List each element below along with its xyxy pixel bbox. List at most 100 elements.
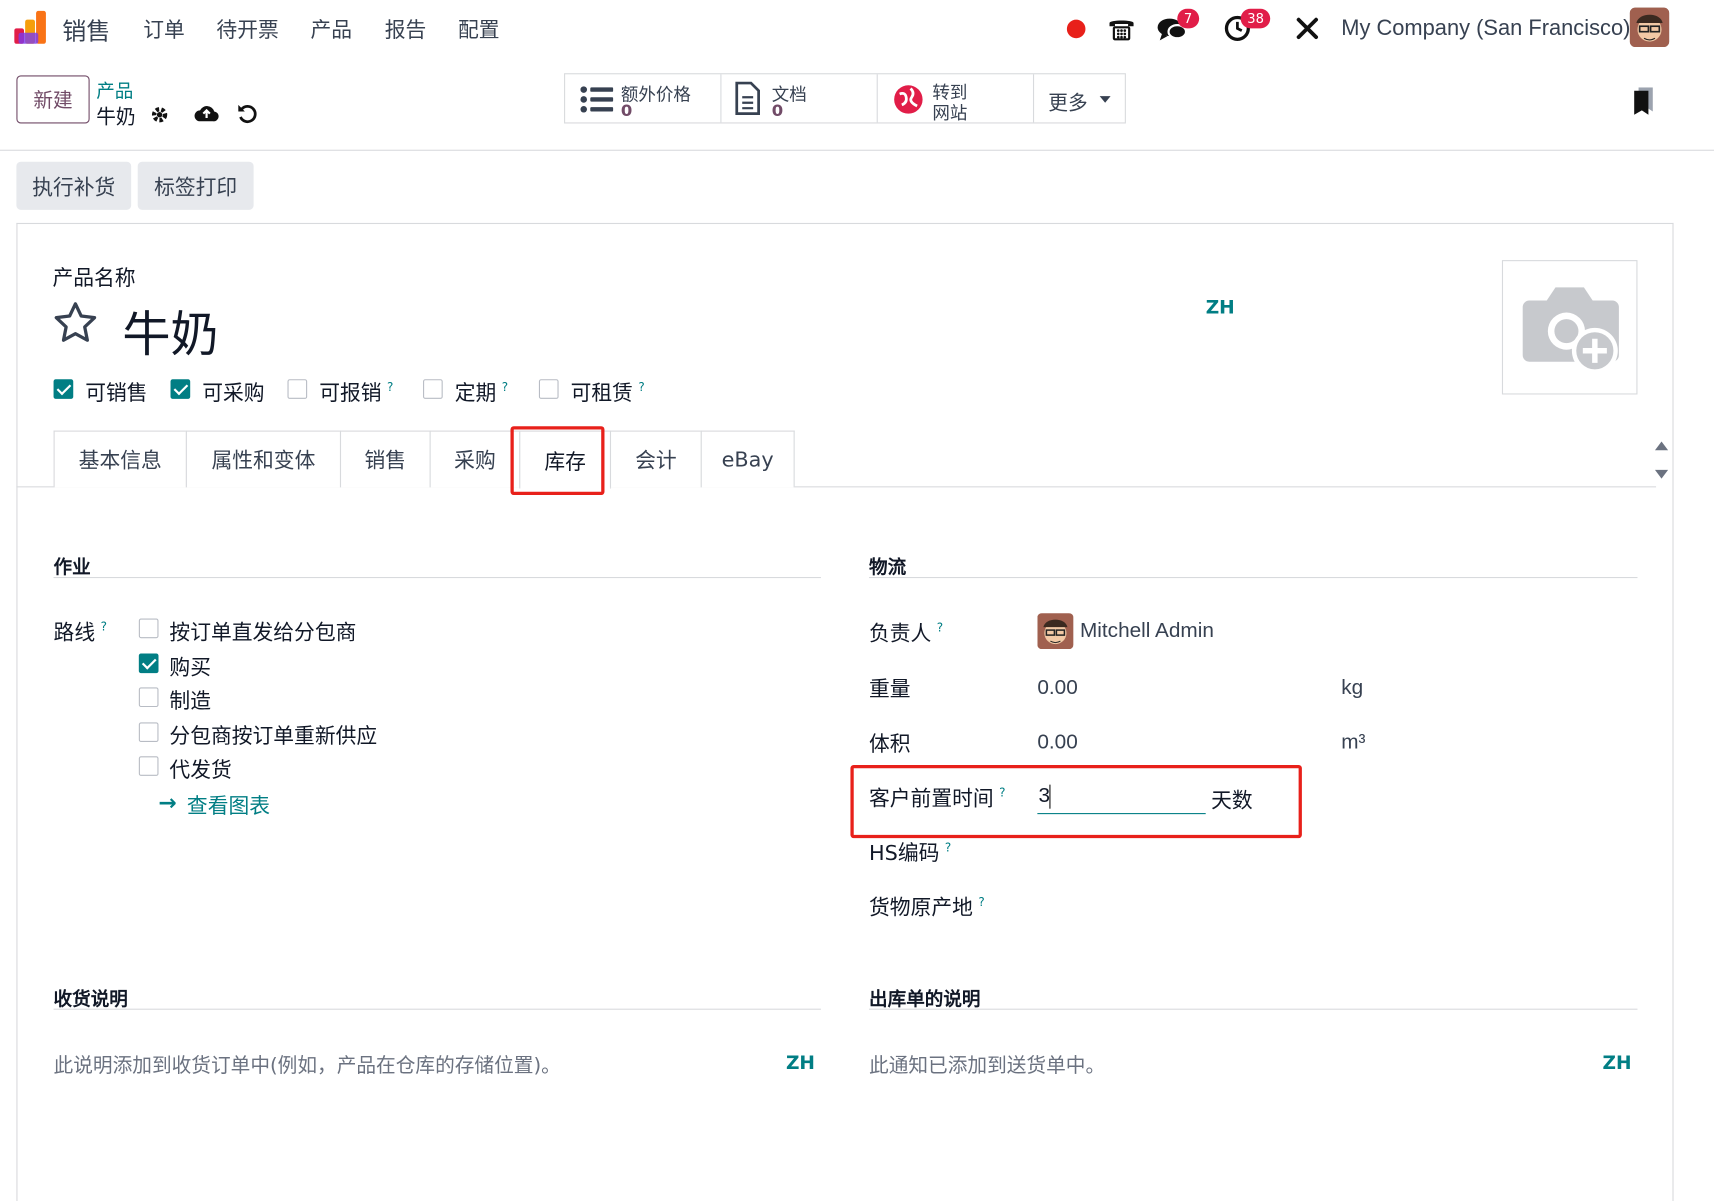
route-dropship-subcontractor-checkbox[interactable] (138, 618, 159, 639)
name-translate-lang[interactable]: ZH (1206, 297, 1235, 319)
view-diagram-link[interactable]: 查看图表 (187, 790, 270, 820)
discard-undo-icon[interactable] (236, 103, 258, 125)
tab-purchase[interactable]: 采购 (429, 430, 521, 488)
logistics-section-title: 物流 (869, 557, 907, 580)
phone-icon[interactable] (1106, 13, 1137, 44)
receipt-translate-lang[interactable]: ZH (786, 1052, 815, 1074)
route-manufacture-checkbox[interactable] (138, 687, 159, 708)
messages-badge: 7 (1177, 8, 1199, 29)
can-be-expensed-label: 可报销? (319, 380, 394, 406)
highlight-lead-time (850, 764, 1302, 839)
highlight-inventory-tab (510, 426, 605, 496)
save-cloud-icon[interactable] (193, 104, 219, 124)
delivery-note-field[interactable]: 此通知已添加到送货单中。 (869, 1050, 1105, 1078)
route-buy-label: 购买 (169, 655, 211, 680)
product-name-field[interactable]: 牛奶 (122, 295, 218, 365)
route-buy-checkbox[interactable] (138, 653, 159, 674)
delivery-divider (869, 1008, 1638, 1010)
replenish-button[interactable]: 执行补货 (16, 161, 132, 210)
activities-badge: 38 (1240, 8, 1271, 29)
breadcrumb-record-name: 牛奶 (96, 106, 136, 129)
responsible-field[interactable]: Mitchell Admin (1080, 620, 1214, 644)
scroll-up-icon[interactable] (1654, 441, 1669, 451)
can-be-sold-label: 可销售 (85, 381, 148, 406)
operations-divider (53, 577, 821, 579)
product-image[interactable] (1501, 260, 1638, 395)
hs-code-label: HS编码? (869, 840, 952, 866)
routes-label: 路线? (53, 619, 107, 645)
app-name[interactable]: 销售 (62, 12, 110, 47)
more-dropdown[interactable]: 更多 (1034, 74, 1127, 122)
logistics-divider (869, 577, 1638, 579)
go-to-website-label-2: 网站 (932, 102, 968, 124)
weight-unit: kg (1341, 676, 1364, 700)
documents-button[interactable]: 文档 0 (721, 74, 878, 123)
menu-orders[interactable]: 订单 (143, 14, 185, 44)
arrow-right-icon: → (158, 789, 177, 816)
menu-to-invoice[interactable]: 待开票 (216, 14, 278, 44)
scroll-down-icon[interactable] (1654, 469, 1669, 479)
responsible-avatar (1037, 613, 1074, 650)
responsible-label: 负责人? (869, 620, 944, 646)
breadcrumb-parent[interactable]: 产品 (96, 75, 133, 103)
recurring-checkbox[interactable] (423, 379, 443, 399)
menu-configuration[interactable]: 配置 (458, 14, 500, 44)
can-be-purchased-label: 可采购 (202, 381, 265, 406)
favorite-star-icon[interactable] (52, 301, 98, 345)
new-button[interactable]: 新建 (16, 75, 90, 124)
smart-buttons: 额外价格 0 文档 0 转到 网站 更多 (564, 73, 1127, 124)
delivery-translate-lang[interactable]: ZH (1602, 1052, 1631, 1074)
extra-prices-button[interactable]: 额外价格 0 (565, 74, 722, 123)
route-resupply-subcontractor-label: 分包商按订单重新供应 (169, 724, 378, 749)
app-logo-icon[interactable] (14, 9, 49, 46)
company-switcher[interactable]: My Company (San Francisco) (1341, 16, 1630, 41)
caret-down-icon (1099, 96, 1111, 103)
globe-icon (893, 84, 924, 115)
camera-plus-icon (1518, 283, 1623, 377)
user-avatar[interactable] (1629, 7, 1670, 47)
volume-label: 体积 (869, 732, 911, 757)
weight-field[interactable]: 0.00 (1037, 676, 1077, 700)
debug-tools-icon[interactable] (1294, 15, 1320, 41)
can-be-rented-checkbox[interactable] (538, 379, 559, 399)
route-dropship-checkbox[interactable] (138, 756, 159, 776)
can-be-rented-label: 可租赁? (570, 380, 645, 406)
tab-sales[interactable]: 销售 (339, 430, 431, 488)
can-be-expensed-checkbox[interactable] (287, 379, 308, 399)
extra-prices-count: 0 (620, 100, 633, 121)
list-icon (580, 85, 614, 113)
operations-section-title: 作业 (53, 557, 91, 580)
weight-label: 重量 (869, 677, 911, 702)
route-dropship-subcontractor-label: 按订单直发给分包商 (169, 620, 357, 645)
control-panel: 新建 产品 牛奶 额外价格 0 文档 0 转到 网站 更多 (0, 59, 1714, 151)
documents-count: 0 (771, 100, 784, 121)
can-be-sold-checkbox[interactable] (53, 379, 74, 399)
more-label: 更多 (1048, 91, 1088, 115)
document-icon (735, 81, 761, 116)
top-navbar: 销售 订单 待开票 产品 报告 配置 7 38 My Company (San … (0, 0, 1714, 60)
print-labels-button[interactable]: 标签打印 (137, 161, 254, 210)
menu-reporting[interactable]: 报告 (385, 14, 427, 44)
go-to-website-button[interactable]: 转到 网站 (878, 74, 1035, 124)
recurring-label: 定期? (454, 380, 509, 406)
origin-label: 货物原产地? (869, 895, 985, 921)
can-be-purchased-checkbox[interactable] (170, 379, 191, 399)
tab-accounting[interactable]: 会计 (609, 430, 702, 488)
volume-unit: m³ (1341, 731, 1366, 755)
tab-general-info[interactable]: 基本信息 (53, 430, 187, 488)
route-manufacture-label: 制造 (169, 689, 211, 714)
route-resupply-subcontractor-checkbox[interactable] (138, 722, 159, 743)
tab-attributes-variants[interactable]: 属性和变体 (185, 430, 342, 488)
bookmark-icon[interactable] (1633, 87, 1655, 115)
product-name-label: 产品名称 (52, 266, 136, 291)
receipt-divider (53, 1008, 821, 1010)
receipt-note-field[interactable]: 此说明添加到收货订单中(例如，产品在仓库的存储位置)。 (54, 1050, 561, 1078)
delivery-section-title: 出库单的说明 (869, 988, 981, 1011)
menu-products[interactable]: 产品 (310, 14, 352, 44)
receipt-section-title: 收货说明 (53, 988, 128, 1011)
tab-ebay[interactable]: eBay (700, 430, 795, 488)
volume-field[interactable]: 0.00 (1037, 731, 1077, 755)
gear-icon[interactable] (150, 105, 170, 125)
route-dropship-label: 代发货 (169, 758, 232, 783)
recording-dot-icon[interactable] (1066, 19, 1086, 39)
